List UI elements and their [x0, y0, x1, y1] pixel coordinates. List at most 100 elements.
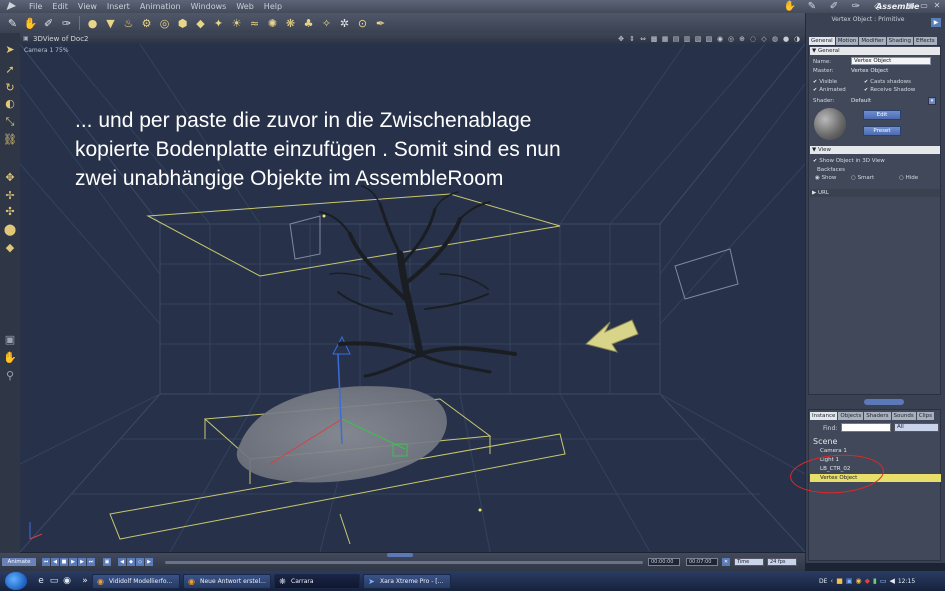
view-section-header[interactable]: ▼ View — [810, 146, 940, 154]
step-forward-icon[interactable]: ▶ — [78, 558, 86, 566]
current-time-field[interactable]: 00:00:00 — [648, 558, 680, 566]
view-cam-icon[interactable]: ◉ — [716, 35, 724, 43]
render-preview-icon[interactable]: ▩ — [650, 35, 658, 43]
move-arrow-icon[interactable]: ➚ — [3, 63, 17, 77]
assemble-room-icon[interactable]: ✋ — [781, 1, 799, 12]
view-light-icon[interactable]: ◎ — [727, 35, 735, 43]
receive-shadow-checkbox[interactable]: Receive Shadow — [864, 87, 915, 93]
view-target-icon[interactable]: ⊕ — [738, 35, 746, 43]
bulb-icon[interactable]: ✺ — [264, 15, 281, 31]
sphere-icon[interactable]: ● — [84, 15, 101, 31]
loop-icon[interactable]: ▣ — [103, 558, 111, 566]
casts-shadows-checkbox[interactable]: Casts shadows — [864, 79, 911, 85]
tab-general[interactable]: General — [809, 37, 835, 45]
light-arrow-object[interactable] — [584, 319, 639, 353]
camera-icon[interactable]: ▣ — [3, 333, 17, 347]
panel-toggle-icon[interactable]: ▶ — [931, 18, 941, 27]
target-icon[interactable]: ⊙ — [354, 15, 371, 31]
track-icon[interactable]: ⇔ — [639, 35, 647, 43]
url-section-header[interactable]: ▶ URL — [810, 189, 940, 197]
key-remove-icon[interactable]: ◇ — [136, 558, 144, 566]
layout-2-icon[interactable]: ▥ — [683, 35, 691, 43]
wrench-icon[interactable]: ✑ — [58, 15, 75, 31]
link-icon[interactable]: ⛓ — [3, 133, 17, 147]
desktop-icon[interactable]: ▭ — [49, 576, 59, 586]
model-room-icon[interactable]: ✎ — [803, 1, 821, 12]
tab-objects[interactable]: Objects — [838, 412, 864, 420]
tab-instance[interactable]: Instance — [810, 412, 838, 420]
ball-tool-icon[interactable]: ⬤ — [3, 223, 17, 237]
translate-icon[interactable]: ✢ — [3, 189, 17, 203]
task-vididolf[interactable]: ◉ Vididolf Modellierfo... — [92, 574, 180, 589]
start-button[interactable] — [5, 572, 27, 590]
task-carrara[interactable]: ❋ Carrara — [274, 574, 360, 589]
hand-icon[interactable]: ✋ — [22, 15, 39, 31]
tab-sounds[interactable]: Sounds — [891, 412, 916, 420]
wire-icon[interactable]: ⚙ — [138, 15, 155, 31]
backface-show-radio[interactable]: ◉ Show — [815, 175, 836, 181]
menu-windows[interactable]: Windows — [186, 0, 232, 13]
pan-hand-icon[interactable]: ✋ — [3, 351, 17, 365]
tray-security-icon[interactable]: ◆ — [865, 577, 870, 585]
play-icon[interactable]: ▶ — [69, 558, 77, 566]
camera-nav-icon[interactable]: ✥ — [617, 35, 625, 43]
move-cross-icon[interactable]: ✥ — [3, 171, 17, 185]
menu-insert[interactable]: Insert — [102, 0, 135, 13]
task-neue-antwort[interactable]: ◉ Neue Antwort erstel... — [183, 574, 271, 589]
display-final-icon[interactable]: ◑ — [793, 35, 801, 43]
torus-icon[interactable]: ◎ — [156, 15, 173, 31]
go-start-icon[interactable]: ⏮ — [42, 558, 50, 566]
cube-icon[interactable]: ◆ — [192, 15, 209, 31]
ie-icon[interactable]: e — [36, 576, 46, 586]
grid-toggle-icon[interactable]: ▦ — [661, 35, 669, 43]
tab-effects[interactable]: Effects — [913, 37, 937, 45]
light-icon[interactable]: ✦ — [210, 15, 227, 31]
help-icon[interactable]: ◉ — [906, 1, 916, 11]
backface-smart-radio[interactable]: ○ Smart — [851, 175, 874, 181]
dolly-icon[interactable]: ⇕ — [628, 35, 636, 43]
plane-icon[interactable]: ⬢ — [174, 15, 191, 31]
tray-app-icon[interactable]: ■ — [836, 577, 843, 585]
animated-checkbox[interactable]: Animated — [813, 87, 846, 93]
spot-icon[interactable]: ☀ — [228, 15, 245, 31]
tab-motion[interactable]: Motion — [835, 37, 859, 45]
menu-edit[interactable]: Edit — [47, 0, 73, 13]
close-icon[interactable]: ✕ — [932, 1, 942, 11]
axis-icon[interactable]: ✣ — [3, 205, 17, 219]
edit-shader-button[interactable]: Edit — [863, 110, 901, 120]
menu-file[interactable]: File — [24, 0, 47, 13]
task-xara[interactable]: ➤ Xara Xtreme Pro - [... — [363, 574, 451, 589]
tab-modifier[interactable]: Modifier — [859, 37, 886, 45]
teapot-icon[interactable]: ♨ — [120, 15, 137, 31]
pin-icon[interactable]: ✒ — [372, 15, 389, 31]
find-input[interactable] — [841, 423, 891, 432]
tray-expand-icon[interactable]: ‹ — [830, 577, 833, 585]
menu-animation[interactable]: Animation — [135, 0, 186, 13]
tray-signal-icon[interactable]: ▮ — [873, 577, 877, 585]
creature-icon[interactable]: ❋ — [282, 15, 299, 31]
tree-object[interactable] — [319, 185, 517, 378]
general-section-header[interactable]: ▼ General — [810, 47, 940, 55]
key-prev-icon[interactable]: ◀ — [118, 558, 126, 566]
step-back-icon[interactable]: ◀ — [51, 558, 59, 566]
paint-icon[interactable]: ◆ — [3, 241, 17, 255]
time-scrubber[interactable] — [165, 561, 643, 564]
rotate-icon[interactable]: ↻ — [3, 81, 17, 95]
figure-icon[interactable]: ♣ — [300, 15, 317, 31]
minimize-icon[interactable]: ▭ — [919, 1, 929, 11]
tray-display-icon[interactable]: ▭ — [880, 577, 887, 585]
time-mode-select[interactable]: Time — [734, 558, 764, 566]
viewport-menu-icon[interactable]: ▣ — [23, 35, 29, 42]
display-texture-icon[interactable]: ● — [782, 35, 790, 43]
brush-icon[interactable]: ✐ — [40, 15, 57, 31]
menu-help[interactable]: Help — [259, 0, 287, 13]
fps-select[interactable]: 24 fps — [767, 558, 797, 566]
sparkle-icon[interactable]: ✧ — [318, 15, 335, 31]
find-scope-select[interactable]: All — [894, 423, 939, 432]
tab-shaders[interactable]: Shaders — [864, 412, 891, 420]
scale-icon[interactable]: ⤡ — [3, 115, 17, 129]
tray-network-icon[interactable]: ▣ — [846, 577, 853, 585]
name-field[interactable]: Vertex Object — [851, 57, 931, 65]
end-time-field[interactable]: 00:07:00 — [686, 558, 718, 566]
backface-hide-radio[interactable]: ○ Hide — [899, 175, 918, 181]
